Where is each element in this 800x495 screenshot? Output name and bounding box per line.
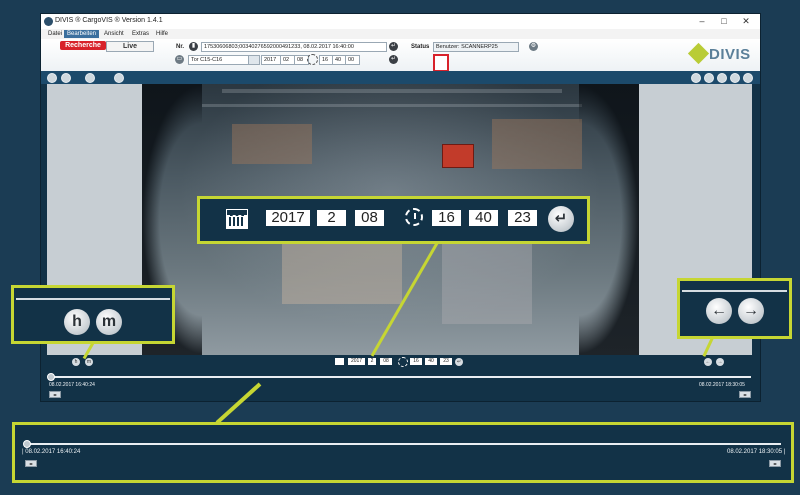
hour-field[interactable]: 16 [410,358,422,365]
forklift [442,144,474,168]
second-field[interactable]: 23 [508,210,537,226]
app-icon [44,17,53,26]
calendar-icon[interactable] [248,55,260,65]
divis-logo: DIVIS [687,42,751,67]
year-field[interactable]: 2017 [261,55,281,65]
barcode-icon: ▮ [189,42,198,51]
next-arrow-icon[interactable]: → [738,298,764,324]
timeline-track[interactable] [25,443,781,445]
print-icon[interactable] [114,73,124,83]
month-field[interactable]: 2 [368,358,376,365]
maximize-button[interactable]: □ [713,15,735,28]
ceiling-beam [222,89,562,93]
hour-jump-button[interactable]: h [64,309,90,335]
tab-recherche[interactable]: Recherche [60,41,106,50]
info-icon[interactable] [61,73,71,83]
nr-label: Nr. [176,44,185,50]
enter-icon[interactable]: ↵ [455,358,463,366]
calendar-icon[interactable] [226,209,248,229]
status-label: Status [411,44,430,50]
prev-arrow-icon[interactable]: ← [704,358,712,366]
hour-field[interactable]: 16 [432,210,461,226]
timeline-handle[interactable] [47,373,55,381]
second-field[interactable]: 00 [345,55,360,65]
timeline-callout: | 08.02.2017 16:40:24 08.02.2017 18:30:0… [12,422,794,483]
logo-mark-icon [687,42,710,65]
shelf-rack [232,124,312,164]
user-field: Benutzer: SCANNERP25 [433,42,519,52]
callout-divider [16,298,170,300]
minute-field[interactable]: 40 [425,358,437,365]
pallet-stack [282,234,402,304]
datetime-callout: 2017 2 08 16 40 23 ↵ [197,196,590,244]
minimize-button[interactable]: – [691,15,713,28]
year-field[interactable]: 2017 [348,358,365,365]
timeline-left-button[interactable]: ◂▸ [49,391,61,398]
minute-jump-button[interactable]: m [96,309,122,335]
clock-icon [405,208,423,226]
ceiling-beam [202,104,582,107]
nr-select[interactable]: 17530606803;00340276592000491233, 08.02.… [201,42,387,52]
menu-extras[interactable]: Extras [129,30,152,38]
settings-icon[interactable]: ⚙ [529,42,538,51]
view-icon-3[interactable] [717,73,727,83]
day-field[interactable]: 08 [355,210,384,226]
timeline-left-button[interactable]: ◂▸ [25,460,37,467]
hour-jump-button[interactable]: h [72,358,80,366]
go-icon[interactable]: ↵ [389,42,398,51]
menu-datei[interactable]: Datei [45,30,65,38]
calendar-icon[interactable] [335,358,344,365]
month-field[interactable]: 02 [280,55,295,65]
month-field[interactable]: 2 [317,210,346,226]
year-field[interactable]: 2017 [266,210,310,226]
timeline-start: 08.02.2017 16:40:24 [49,382,95,388]
hm-callout: h m [11,285,175,344]
camera-icon: ▭ [175,55,184,64]
menu-hilfe[interactable]: Hilfe [153,30,171,38]
export-icon[interactable] [85,73,95,83]
day-field[interactable]: 08 [380,358,392,365]
view-icon-2[interactable] [704,73,714,83]
minute-jump-button[interactable]: m [85,358,93,366]
camera-select[interactable]: Tor C15-C16 [188,55,249,65]
next-arrow-icon[interactable]: → [716,358,724,366]
calendar-header [227,210,247,216]
view-icon-4[interactable] [730,73,740,83]
tab-live[interactable]: Live [106,41,154,52]
timeline-start: | 08.02.2017 16:40:24 [22,449,81,455]
callout-divider [682,290,787,292]
timeline-right-button[interactable]: ◂▸ [739,391,751,398]
calendar-grid [229,217,245,226]
playback-controls-row: h m 2017 2 08 16 40 23 ↵ ← → [41,355,760,370]
enter-button[interactable]: ↵ [548,206,574,232]
menu-bearbeiten[interactable]: Bearbeiten [64,30,100,38]
view-icon-1[interactable] [691,73,701,83]
second-field[interactable]: 23 [440,358,452,365]
timeline-track[interactable] [49,376,751,378]
view-icon-5[interactable] [743,73,753,83]
timeline-end: 08.02.2017 18:30:05 [699,382,745,388]
timeline-row: 08.02.2017 16:40:24 08.02.2017 18:30:05 … [41,370,760,401]
enter-icon[interactable]: ↵ [389,55,398,64]
timeline-handle[interactable] [23,440,31,448]
arrow-callout: ← → [677,278,792,339]
clock-icon [398,357,408,367]
menu-ansicht[interactable]: Ansicht [101,30,127,38]
title-bar: DIVIS ® CargoVIS ® Version 1.4.1 – □ ✕ [41,14,760,29]
minute-field[interactable]: 40 [469,210,498,226]
menu-bar: Datei Bearbeiten Ansicht Extras Hilfe [41,29,760,39]
shelf-rack [492,119,582,169]
window-title: DIVIS ® CargoVIS ® Version 1.4.1 [55,17,163,24]
toolbar: Recherche Live Nr. ▮ 17530606803;0034027… [41,39,760,72]
pallet-stack [442,244,532,324]
status-indicator [433,54,449,72]
nav-band [41,71,760,84]
back-icon[interactable] [47,73,57,83]
prev-arrow-icon[interactable]: ← [706,298,732,324]
logo-text: DIVIS [709,46,751,63]
timeline-right-button[interactable]: ◂▸ [769,460,781,467]
close-button[interactable]: ✕ [735,15,757,28]
timeline-end: 08.02.2017 18:30:05 | [727,449,786,455]
clock-icon [307,54,318,65]
